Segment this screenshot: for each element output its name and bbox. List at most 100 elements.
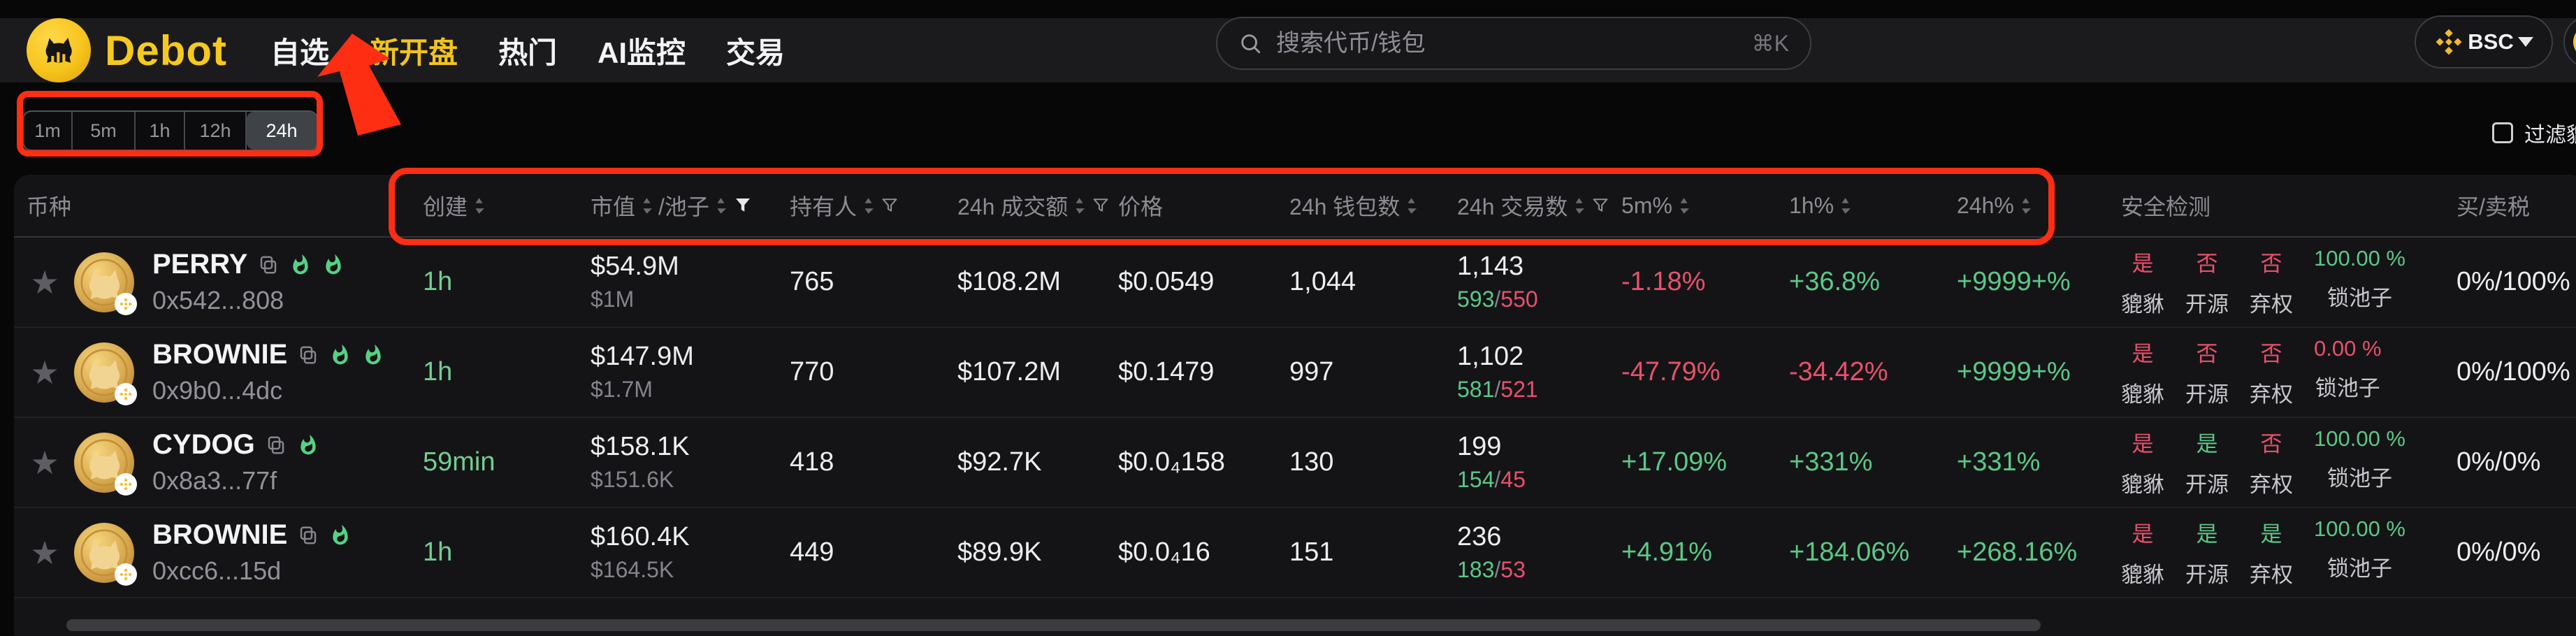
col-header-price[interactable]: 价格 (1118, 189, 1289, 222)
search-bar[interactable]: ⌘K (1216, 17, 1811, 70)
copy-icon[interactable] (298, 345, 319, 366)
filter-funnel-icon-active[interactable] (732, 195, 753, 216)
opensource-flag: 是 (2197, 426, 2218, 458)
token-address[interactable]: 0x9b0...4dc (152, 376, 384, 405)
app-root: Debot 自选 新开盘 热门 AI监控 交易 ⌘K BSC 1m 5m 1h (0, 0, 2576, 636)
timeframe-segmented-control: 1m 5m 1h 12h 24h (22, 110, 318, 151)
filter-funnel-icon[interactable] (880, 196, 899, 215)
col-header-wallets[interactable]: 24h 钱包数 (1289, 189, 1457, 222)
sort-icon[interactable] (1679, 196, 1689, 215)
copy-icon[interactable] (298, 525, 319, 546)
timeframe-24h[interactable]: 24h (247, 112, 317, 150)
token-name[interactable]: PERRY (152, 249, 247, 280)
wallets-cell: 1,044 (1289, 267, 1457, 297)
sort-icon[interactable] (1406, 196, 1417, 215)
pct-5m-cell: -47.79% (1621, 357, 1789, 387)
col-header-1h[interactable]: 1h% (1789, 193, 1957, 219)
locked-lp-pct: 100.00 % (2314, 426, 2405, 451)
timeframe-5m[interactable]: 5m (73, 112, 136, 150)
honeypot-filter: 过滤貔貅 (2492, 117, 2576, 148)
search-input[interactable] (1275, 29, 1739, 58)
sort-icon[interactable] (2020, 196, 2031, 215)
filter-funnel-icon[interactable] (1091, 196, 1110, 215)
filter-funnel-icon[interactable] (1591, 196, 1610, 215)
sort-icon[interactable] (1840, 196, 1851, 215)
pct-1h-cell: +184.06% (1789, 537, 1957, 568)
table-row[interactable]: ★ PERRY 0x542...808 1h (14, 238, 2576, 328)
token-address[interactable]: 0xcc6...15d (152, 556, 352, 586)
table-row[interactable]: ★ BROWNIE 0x9b0...4dc (14, 328, 2576, 418)
table-row[interactable]: ★ CYDOG 0x8a3...77f 59min $15 (14, 418, 2576, 508)
pct-24h-cell: +331% (1957, 447, 2121, 477)
sells-count: 550 (1500, 287, 1537, 312)
nav-item-trade[interactable]: 交易 (726, 29, 785, 72)
timeframe-12h[interactable]: 12h (185, 112, 247, 150)
sort-icon[interactable] (863, 196, 874, 215)
holders-cell: 765 (790, 267, 957, 297)
buys-count: 183 (1457, 557, 1494, 582)
nav-item-watchlist[interactable]: 自选 (270, 29, 329, 72)
token-avatar[interactable] (74, 523, 134, 583)
favorite-star-icon[interactable]: ★ (27, 534, 63, 572)
sort-icon[interactable] (1074, 196, 1085, 215)
security-cell: 是貔貅 否开源 否弃权 100.00 %锁池子 (2121, 246, 2456, 318)
timeframe-1h[interactable]: 1h (136, 112, 185, 150)
created-cell: 1h (423, 267, 591, 297)
token-avatar[interactable] (74, 342, 134, 403)
token-name[interactable]: BROWNIE (152, 519, 287, 551)
sort-icon[interactable] (642, 196, 652, 215)
price-cell: $0.0₄158 (1118, 447, 1289, 477)
created-cell: 1h (423, 357, 591, 387)
sort-icon[interactable] (474, 196, 484, 215)
pct-1h-cell: +331% (1789, 447, 1957, 477)
price-cell: $0.1479 (1118, 357, 1289, 387)
chain-selector[interactable]: BSC (2415, 15, 2553, 68)
brand[interactable]: Debot (27, 18, 227, 82)
col-header-created[interactable]: 创建 (423, 189, 591, 222)
col-header-24h[interactable]: 24h% (1957, 193, 2121, 219)
txns-cell: 1,143593/550 (1457, 252, 1621, 312)
nav-item-ai-monitor[interactable]: AI监控 (598, 29, 686, 72)
token-address[interactable]: 0x8a3...77f (152, 466, 319, 496)
token-name[interactable]: CYDOG (152, 429, 255, 461)
pct-5m-cell: +17.09% (1621, 447, 1789, 477)
bsc-badge-icon (115, 563, 137, 586)
honeypot-flag: 是 (2132, 426, 2154, 458)
nav-item-new-pairs[interactable]: 新开盘 (370, 29, 458, 72)
col-header-coin[interactable]: 币种 (14, 189, 423, 222)
copy-icon[interactable] (266, 435, 287, 456)
col-header-volume[interactable]: 24h 成交额 (957, 189, 1118, 222)
token-name[interactable]: BROWNIE (152, 339, 287, 370)
favorite-star-icon[interactable]: ★ (27, 444, 63, 482)
token-address[interactable]: 0x542...808 (152, 286, 345, 315)
col-header-txns[interactable]: 24h 交易数 (1457, 189, 1621, 222)
horizontal-scrollbar[interactable] (66, 619, 2041, 631)
debot-logo-icon (27, 18, 91, 82)
token-avatar[interactable] (74, 252, 134, 312)
table-row[interactable]: ★ BROWNIE 0xcc6...15d 1h $160 (14, 508, 2576, 598)
copy-icon[interactable] (258, 254, 279, 275)
pct-5m-cell: -1.18% (1621, 267, 1789, 297)
col-header-5m[interactable]: 5m% (1621, 193, 1789, 219)
flame-icon (329, 524, 352, 547)
security-cell: 是貔貅 是开源 是弃权 100.00 %锁池子 (2121, 516, 2456, 588)
sells-count: 521 (1500, 377, 1537, 402)
favorite-star-icon[interactable]: ★ (27, 263, 63, 301)
col-header-holders[interactable]: 持有人 (790, 189, 957, 222)
holders-cell: 449 (790, 537, 957, 568)
nav-item-trending[interactable]: 热门 (498, 29, 557, 72)
locked-lp-pct: 100.00 % (2314, 516, 2405, 542)
timeframe-1m[interactable]: 1m (24, 112, 73, 150)
main-nav: 自选 新开盘 热门 AI监控 交易 (270, 29, 785, 72)
buys-count: 154 (1457, 467, 1494, 492)
created-cell: 1h (423, 537, 591, 568)
wallets-cell: 130 (1289, 447, 1457, 477)
honeypot-filter-checkbox[interactable] (2492, 122, 2513, 143)
holders-cell: 770 (790, 357, 957, 387)
favorite-star-icon[interactable]: ★ (27, 354, 63, 391)
sort-icon[interactable] (716, 196, 726, 215)
token-avatar[interactable] (74, 433, 134, 493)
mcap-pool-cell: $54.9M$1M (591, 252, 790, 312)
col-header-mcap-pool[interactable]: 市值 /池子 (591, 189, 790, 222)
sort-icon[interactable] (1574, 196, 1584, 215)
